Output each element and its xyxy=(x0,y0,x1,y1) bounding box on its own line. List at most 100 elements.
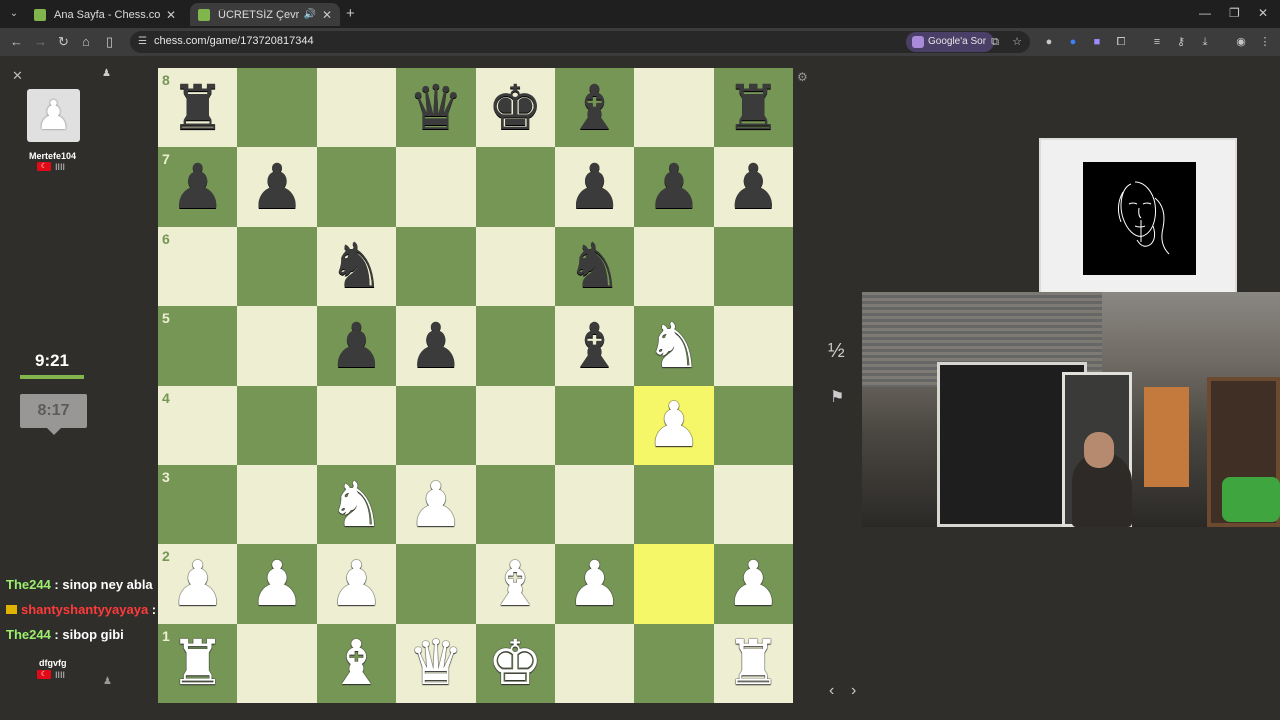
ask-google-button[interactable]: Google'a Sor xyxy=(906,32,995,52)
extension-shield-icon[interactable]: ● xyxy=(1042,35,1056,49)
black-pawn-f7[interactable]: ♟ xyxy=(555,147,634,226)
site-info-icon[interactable]: ☰ xyxy=(138,36,150,48)
extension-purple-icon[interactable]: ■ xyxy=(1090,35,1104,49)
black-bishop-f5[interactable]: ♝ xyxy=(555,306,634,385)
black-pawn-a7[interactable]: ♟ xyxy=(158,147,237,226)
white-knight-c3[interactable]: ♞ xyxy=(317,465,396,544)
close-icon[interactable]: ✕ xyxy=(322,8,332,22)
square-f3[interactable] xyxy=(554,464,635,545)
profile-icon[interactable]: ◉ xyxy=(1234,35,1248,49)
bottom-player-rating: IIII xyxy=(55,670,66,680)
tab-search-icon[interactable]: ⌄ xyxy=(6,6,22,22)
black-queen-d8[interactable]: ♛ xyxy=(396,68,475,147)
bottom-player-username[interactable]: dfgvfg xyxy=(39,658,67,668)
home-icon[interactable]: ⌂ xyxy=(82,34,90,49)
square-e3[interactable] xyxy=(475,464,555,545)
white-bishop-e2[interactable]: ♝ xyxy=(476,544,555,623)
black-rook-a8[interactable]: ♜ xyxy=(158,68,237,147)
extensions-puzzle-icon[interactable]: ⧠ xyxy=(1114,35,1128,49)
person-icon[interactable]: ♟ xyxy=(103,676,112,687)
white-pawn-h2[interactable]: ♟ xyxy=(714,544,793,623)
black-rook-h8[interactable]: ♜ xyxy=(714,68,793,147)
white-pawn-c2[interactable]: ♟ xyxy=(317,544,396,623)
person-icon[interactable]: ♟ xyxy=(102,68,111,79)
tab-game[interactable]: ÜCRETSİZ Çevrimiçi Satranç 🔊 ✕ xyxy=(190,3,340,26)
square-e4[interactable] xyxy=(475,385,555,465)
media-icon[interactable]: ≡ xyxy=(1150,35,1164,49)
minimize-icon[interactable]: — xyxy=(1199,6,1211,20)
square-d7[interactable] xyxy=(396,147,476,227)
avatar[interactable]: ♟ xyxy=(27,89,80,142)
square-b8[interactable] xyxy=(237,68,317,148)
download-icon[interactable]: ⤓ xyxy=(1198,35,1212,49)
square-b4[interactable] xyxy=(237,385,317,465)
tab-home[interactable]: Ana Sayfa - Chess.com ✕ xyxy=(26,3,184,26)
white-pawn-b2[interactable]: ♟ xyxy=(237,544,316,623)
square-h5[interactable] xyxy=(713,306,793,386)
top-player-username[interactable]: Mertefe104 xyxy=(29,151,76,161)
square-h6[interactable] xyxy=(713,226,793,307)
white-rook-h1[interactable]: ♜ xyxy=(714,624,793,703)
square-g8[interactable] xyxy=(634,68,714,148)
menu-kebab-icon[interactable]: ⋮ xyxy=(1258,35,1272,49)
chevron-left-icon[interactable]: ‹ xyxy=(829,682,834,700)
square-g3[interactable] xyxy=(634,464,714,545)
white-pawn-g4[interactable]: ♟ xyxy=(634,386,713,465)
square-c8[interactable] xyxy=(316,68,397,148)
black-pawn-b7[interactable]: ♟ xyxy=(237,147,316,226)
white-bishop-c1[interactable]: ♝ xyxy=(317,624,396,703)
forward-icon[interactable]: → xyxy=(34,34,47,49)
black-knight-f6[interactable]: ♞ xyxy=(555,227,634,306)
square-d4[interactable] xyxy=(396,385,476,465)
square-e7[interactable] xyxy=(475,147,555,227)
square-f4[interactable] xyxy=(554,385,635,465)
black-bishop-f8[interactable]: ♝ xyxy=(555,68,634,147)
offer-draw-button[interactable]: ½ xyxy=(828,340,845,363)
install-icon[interactable]: ⧉ xyxy=(988,35,1002,49)
square-d2[interactable] xyxy=(396,544,476,624)
chesscom-favicon-icon xyxy=(34,8,46,21)
black-pawn-c5[interactable]: ♟ xyxy=(317,306,396,385)
white-pawn-f2[interactable]: ♟ xyxy=(555,544,634,623)
reload-icon[interactable]: ↻ xyxy=(58,34,69,50)
white-king-e1[interactable]: ♚ xyxy=(476,624,555,703)
square-e5[interactable] xyxy=(475,306,555,386)
square-b5[interactable] xyxy=(237,306,317,386)
white-queen-d1[interactable]: ♛ xyxy=(396,624,475,703)
back-icon[interactable]: ← xyxy=(10,34,23,49)
black-pawn-g7[interactable]: ♟ xyxy=(634,147,713,226)
white-pawn-d3[interactable]: ♟ xyxy=(396,465,475,544)
square-c4[interactable] xyxy=(316,385,397,465)
new-tab-icon[interactable]: + xyxy=(346,5,355,22)
close-icon[interactable]: ✕ xyxy=(12,68,23,84)
square-c7[interactable] xyxy=(316,147,397,227)
white-pawn-a2[interactable]: ♟ xyxy=(158,544,237,623)
maximize-icon[interactable]: ❐ xyxy=(1229,6,1240,20)
close-icon[interactable]: ✕ xyxy=(166,8,176,22)
white-knight-g5[interactable]: ♞ xyxy=(634,306,713,385)
extension-blue-icon[interactable]: ● xyxy=(1066,35,1080,49)
password-key-icon[interactable]: ⚷ xyxy=(1174,35,1188,49)
black-king-e8[interactable]: ♚ xyxy=(476,68,555,147)
sidebar-icon[interactable]: ▯ xyxy=(106,34,113,50)
black-pawn-d5[interactable]: ♟ xyxy=(396,306,475,385)
square-h4[interactable] xyxy=(713,385,793,465)
bookmark-star-icon[interactable]: ☆ xyxy=(1010,35,1024,49)
square-e6[interactable] xyxy=(475,226,555,307)
resign-flag-icon[interactable]: ⚑ xyxy=(830,387,852,409)
address-bar[interactable]: ☰ chess.com/game/173720817344 Google'a S… xyxy=(130,31,1030,53)
gear-icon[interactable]: ⚙ xyxy=(797,70,808,84)
chevron-right-icon[interactable]: › xyxy=(851,682,856,700)
square-b6[interactable] xyxy=(237,226,317,307)
white-rook-a1[interactable]: ♜ xyxy=(158,624,237,703)
square-h3[interactable] xyxy=(713,464,793,545)
speaker-icon[interactable]: 🔊 xyxy=(303,9,315,20)
square-g2[interactable] xyxy=(634,544,714,624)
black-knight-c6[interactable]: ♞ xyxy=(317,227,396,306)
window-close-icon[interactable]: ✕ xyxy=(1258,6,1268,20)
square-g6[interactable] xyxy=(634,226,714,307)
square-d6[interactable] xyxy=(396,226,476,307)
square-b3[interactable] xyxy=(237,464,317,545)
chess-board[interactable]: 8 7 6 5 4 3 2 1 a b c d e f g h ♜ ♛ ♚ ♝ ♜ ♟ ♟ ♟ ♟ ♟ ♞ ♞ ♟ ♟ ♝ ♞ ♟ ♞ ♟ ♟ ♟ ♟ ♝ ♟… xyxy=(158,68,793,703)
black-pawn-h7[interactable]: ♟ xyxy=(714,147,793,226)
